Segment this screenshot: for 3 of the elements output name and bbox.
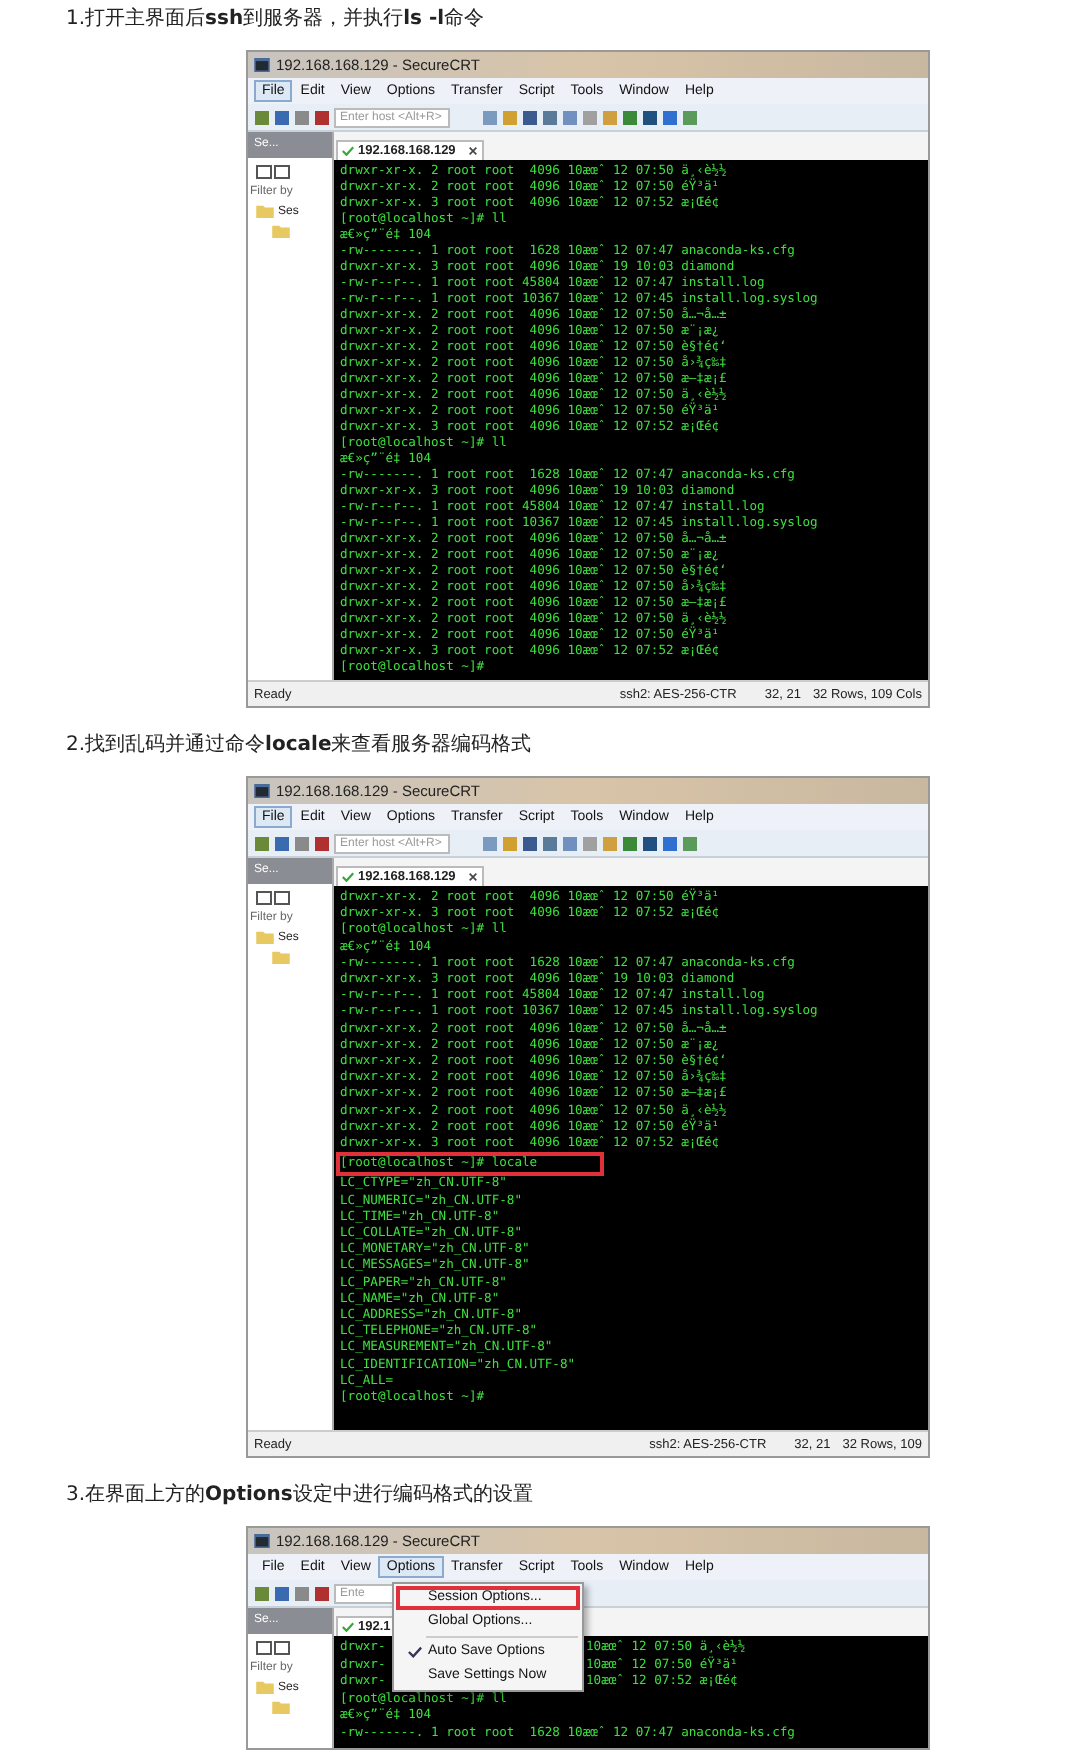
step-heading: 2.找到乱码并通过命令locale来查看服务器编码格式: [66, 731, 534, 760]
step-heading: 1.打开主界面后ssh到服务器，并执行ls -l命令: [66, 5, 487, 34]
step-heading: 3.在界面上方的Options设定中进行编码格式的设置: [66, 1481, 535, 1510]
